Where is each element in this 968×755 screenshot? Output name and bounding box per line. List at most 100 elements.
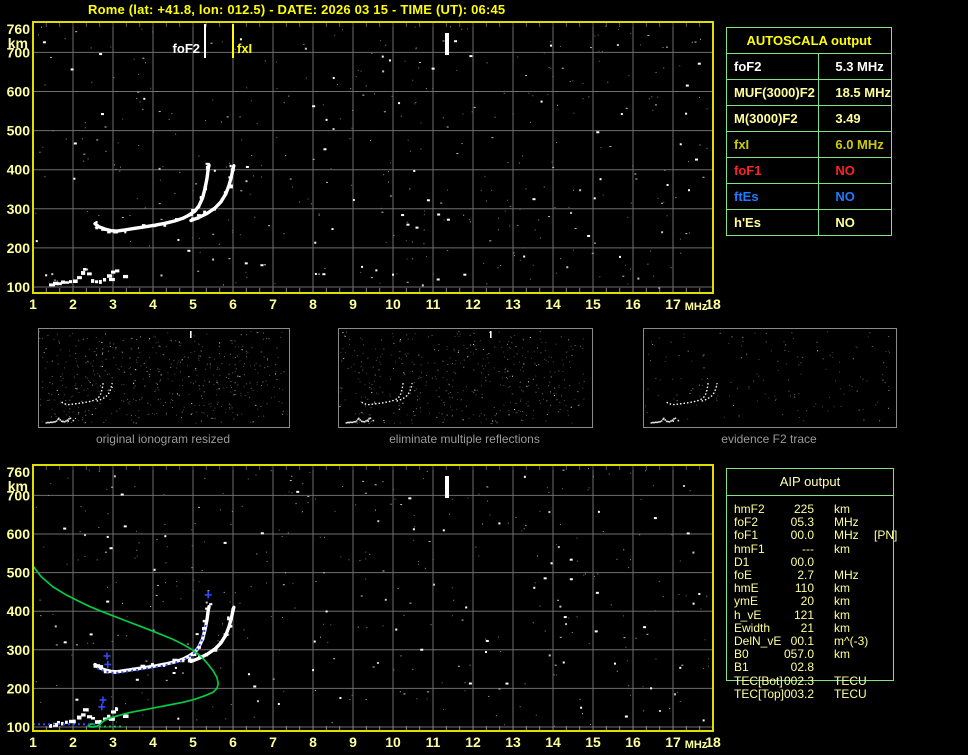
page-title: Rome (lat: +41.8, lon: 012.5) - DATE: 20… [88,2,506,17]
thumbnail-evidence-f2-trace [643,328,897,428]
aip-value: 20 [800,594,814,609]
svg-text:700: 700 [7,44,31,60]
autoscala-value: 3.49 [818,105,892,132]
svg-text:300: 300 [7,642,31,658]
svg-text:500: 500 [7,565,31,581]
autoscala-value: 5.3 MHz [818,53,892,80]
aip-value: 00.0 [790,528,814,543]
aip-row: TEC[Top] 003.2 TECU [727,686,893,701]
aip-unit: km [834,541,850,556]
aip-note [854,582,893,595]
aip-unit: MHz [834,528,859,543]
svg-text:400: 400 [7,603,31,619]
autoscala-value: NO [818,157,892,184]
aip-note [854,648,893,661]
svg-text:8: 8 [309,734,317,750]
autoscala-param: foF1 [725,157,820,184]
svg-text:13: 13 [505,296,521,312]
autoscala-row: M(3000)F2 3.49 [725,105,892,132]
aip-param: TEC[Top] [734,686,785,701]
aip-table-title: AIP output [727,469,893,496]
aip-param: B1 [734,660,749,675]
autoscala-output-table: AUTOSCALA output foF2 5.3 MHz MUF(3000)F2 1… [725,27,892,236]
autoscala-row: h'Es NO [725,209,892,236]
svg-text:MHz: MHz [685,301,708,313]
svg-text:18: 18 [705,296,721,312]
svg-text:4: 4 [149,734,157,750]
aip-value: 02.8 [790,660,814,675]
profile-plot-bottom: 760km7006005004003002001001 2 3 4 5 6 7 8 9 10 11 1… [7,464,721,751]
aip-param: TEC[Bot] [734,673,783,688]
aip-note [854,635,893,648]
svg-text:14: 14 [545,734,561,750]
svg-text:9: 9 [349,296,357,312]
svg-text:6: 6 [229,296,237,312]
aip-row: hmF1 --- km [727,541,893,556]
svg-text:600: 600 [7,526,31,542]
autoscala-param: MUF(3000)F2 [725,79,820,106]
svg-text:4: 4 [149,296,157,312]
autoscala-row: foF1 NO [725,157,892,184]
svg-text:200: 200 [7,680,31,696]
aip-note [854,556,893,569]
autoscala-param: fxI [725,131,820,158]
svg-text:MHz: MHz [685,739,708,751]
svg-text:9: 9 [349,734,357,750]
svg-text:2: 2 [69,734,77,750]
aip-param: ymE [734,594,758,609]
autoscala-param: ftEs [725,183,820,210]
aip-unit: km [834,607,850,622]
autoscala-value: 6.0 MHz [818,131,892,158]
aip-value: 002.3 [783,673,814,688]
svg-text:5: 5 [189,734,197,750]
autoscala-window: Rome (lat: +41.8, lon: 012.5) - DATE: 20… [0,0,968,755]
aip-row: foF1 00.0 MHz [PN] [727,528,897,543]
aip-note [854,661,893,674]
autoscala-value: 18.5 MHz [818,79,892,106]
svg-text:100: 100 [7,719,31,735]
svg-text:18: 18 [705,734,721,750]
svg-text:1: 1 [29,296,37,312]
svg-text:12: 12 [465,734,481,750]
svg-text:foF2: foF2 [173,41,200,56]
svg-text:10: 10 [385,296,401,312]
svg-text:5: 5 [189,296,197,312]
thumbnail-original-ionogram [38,328,290,428]
aip-unit: TECU [834,673,867,688]
aip-param: h_vE [734,607,762,622]
aip-note [854,543,893,556]
aip-note [854,503,893,516]
autoscala-row: fxI 6.0 MHz [725,131,892,158]
aip-note [854,688,893,701]
svg-text:13: 13 [505,734,521,750]
aip-value: 003.2 [783,686,814,701]
thumbnail-eliminate-reflections [338,328,593,428]
svg-text:fxI: fxI [237,41,252,56]
autoscala-value: NO [818,183,892,210]
aip-output-table: AIP output hmF2 225 km foF2 05.3 MHz foF1 00.0 M… [726,468,897,701]
autoscala-param: M(3000)F2 [725,105,820,132]
thumbnail-caption-2: eliminate multiple reflections [389,432,540,446]
thumbnail-caption-3: evidence F2 trace [721,432,817,446]
aip-value: 121 [793,607,814,622]
aip-unit: km [834,647,850,662]
autoscala-param: h'Es [725,209,820,236]
aip-row: B1 02.8 [727,661,893,674]
aip-note [854,609,893,622]
aip-note [854,569,893,582]
svg-text:12: 12 [465,296,481,312]
aip-unit [814,661,854,674]
svg-text:100: 100 [7,279,31,295]
thumbnail-caption-1: original ionogram resized [95,432,231,446]
svg-text:3: 3 [109,734,117,750]
svg-text:400: 400 [7,162,31,178]
svg-text:7: 7 [269,734,277,750]
svg-text:16: 16 [625,734,641,750]
aip-row: TEC[Bot] 002.3 TECU [727,673,893,688]
svg-text:10: 10 [385,734,401,750]
svg-text:300: 300 [7,201,31,217]
svg-text:200: 200 [7,240,31,256]
aip-note [854,595,893,608]
svg-text:600: 600 [7,84,31,100]
svg-text:17: 17 [665,734,681,750]
